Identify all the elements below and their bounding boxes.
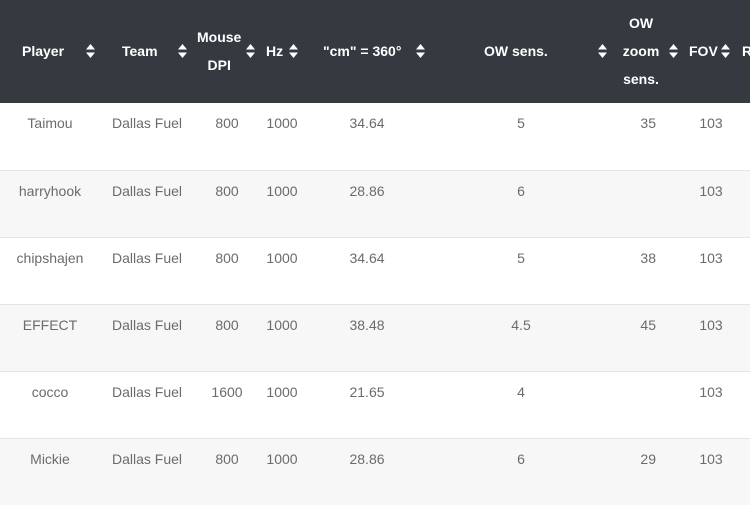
- cell-fov: 103: [699, 115, 723, 131]
- column-header-label: R: [742, 43, 750, 59]
- column-header-ow-sens[interactable]: OW sens.: [436, 0, 612, 103]
- sort-updown-icon[interactable]: [246, 44, 255, 58]
- cell-dpi: 1600: [211, 384, 243, 400]
- column-header-mouse-dpi[interactable]: Mouse DPI: [195, 0, 261, 103]
- cell-player: EFFECT: [22, 317, 78, 333]
- cell-cm360: 28.86: [349, 451, 385, 467]
- column-header-label: OW zoom sens.: [622, 15, 660, 87]
- cell-dpi: 800: [215, 317, 239, 333]
- column-header-label: Hz: [266, 43, 284, 59]
- cell-player: cocco: [31, 384, 69, 400]
- sort-updown-icon[interactable]: [598, 44, 607, 58]
- sort-updown-icon[interactable]: [721, 44, 730, 58]
- column-header-label: Team: [122, 43, 158, 59]
- cell-team: Dallas Fuel: [111, 115, 183, 131]
- cell-team: Dallas Fuel: [111, 183, 183, 199]
- cell-ow-zoom: 38: [640, 250, 656, 266]
- table-row: Mickie Dallas Fuel 800 1000 28.86 6 29 103: [0, 438, 750, 505]
- cell-player: chipshajen: [16, 250, 84, 266]
- column-header-partial[interactable]: R: [734, 0, 750, 103]
- cell-hz: 1000: [266, 317, 298, 333]
- cell-hz: 1000: [266, 183, 298, 199]
- table-row: Taimou Dallas Fuel 800 1000 34.64 5 35 103: [0, 103, 750, 170]
- sort-updown-icon[interactable]: [289, 44, 298, 58]
- cell-fov: 103: [699, 384, 723, 400]
- cell-cm360: 21.65: [349, 384, 385, 400]
- cell-fov: 103: [699, 317, 723, 333]
- cell-dpi: 800: [215, 250, 239, 266]
- cell-ow-sens: 5: [517, 250, 525, 266]
- column-header-hz[interactable]: Hz: [261, 0, 306, 103]
- cell-player: Taimou: [27, 115, 73, 131]
- cell-ow-sens: 4: [517, 384, 525, 400]
- cell-cm360: 34.64: [349, 250, 385, 266]
- cell-ow-sens: 5: [517, 115, 525, 131]
- sort-updown-icon[interactable]: [178, 44, 187, 58]
- table-row: harryhook Dallas Fuel 800 1000 28.86 6 103: [0, 170, 750, 237]
- table-row: EFFECT Dallas Fuel 800 1000 38.48 4.5 45 103: [0, 304, 750, 371]
- table-header: Player Team Mouse DPI Hz "cm" = 360° OW s…: [0, 0, 750, 103]
- cell-player: harryhook: [18, 183, 82, 199]
- cell-player: Mickie: [30, 451, 70, 467]
- cell-team: Dallas Fuel: [111, 451, 183, 467]
- cell-fov: 103: [699, 451, 723, 467]
- column-header-player[interactable]: Player: [0, 0, 100, 103]
- cell-hz: 1000: [266, 250, 298, 266]
- cell-fov: 103: [699, 250, 723, 266]
- cell-ow-sens: 6: [517, 183, 525, 199]
- table-row: chipshajen Dallas Fuel 800 1000 34.64 5 38 103: [0, 237, 750, 304]
- cell-ow-sens: 6: [517, 451, 525, 467]
- table-row: cocco Dallas Fuel 1600 1000 21.65 4 103: [0, 371, 750, 438]
- cell-fov: 103: [699, 183, 723, 199]
- cell-team: Dallas Fuel: [111, 250, 183, 266]
- column-header-label: Player: [22, 43, 65, 59]
- cell-cm360: 38.48: [349, 317, 385, 333]
- cell-team: Dallas Fuel: [111, 317, 183, 333]
- cell-team: Dallas Fuel: [111, 384, 183, 400]
- cell-hz: 1000: [266, 115, 298, 131]
- cell-cm360: 28.86: [349, 183, 385, 199]
- column-header-cm360[interactable]: "cm" = 360°: [306, 0, 436, 103]
- cell-ow-zoom: 45: [640, 317, 656, 333]
- cell-ow-zoom: 35: [640, 115, 656, 131]
- cell-dpi: 800: [215, 451, 239, 467]
- column-header-label: "cm" = 360°: [323, 43, 402, 59]
- cell-cm360: 34.64: [349, 115, 385, 131]
- cell-hz: 1000: [266, 384, 298, 400]
- cell-dpi: 800: [215, 183, 239, 199]
- cell-dpi: 800: [215, 115, 239, 131]
- column-header-label: Mouse DPI: [197, 29, 242, 73]
- column-header-label: OW sens.: [484, 43, 548, 59]
- cell-hz: 1000: [266, 451, 298, 467]
- column-header-team[interactable]: Team: [100, 0, 195, 103]
- sort-updown-icon[interactable]: [669, 44, 678, 58]
- sort-updown-icon[interactable]: [86, 44, 95, 58]
- column-header-label: FOV: [689, 43, 718, 59]
- cell-ow-sens: 4.5: [511, 317, 531, 333]
- sort-updown-icon[interactable]: [416, 44, 425, 58]
- column-header-fov[interactable]: FOV: [684, 0, 734, 103]
- cell-ow-zoom: 29: [640, 451, 656, 467]
- column-header-ow-zoom-sens[interactable]: OW zoom sens.: [612, 0, 684, 103]
